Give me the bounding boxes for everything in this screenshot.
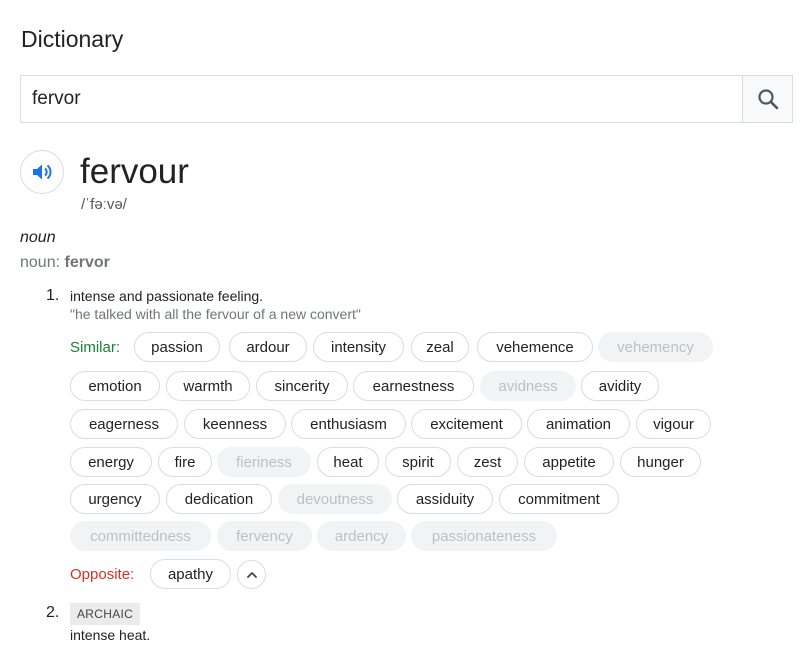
synonym-chip[interactable]: excitement [411,409,522,439]
chevron-up-icon [246,571,257,578]
phonetic-spelling: /ˈfəːvə/ [81,196,127,213]
synonym-chip[interactable]: ardour [229,332,307,362]
synonym-chip[interactable]: zeal [411,332,469,362]
search-input[interactable] [21,76,742,122]
sense-example-1: "he talked with all the fervour of a new… [70,306,361,322]
synonym-chip[interactable]: eagerness [70,409,178,439]
page-title: Dictionary [21,26,124,52]
synonym-chip[interactable]: keenness [184,409,286,439]
synonym-chip[interactable]: fire [158,447,212,477]
synonym-chip: fieriness [217,447,311,477]
synonym-chip: fervency [217,521,312,551]
synonym-chip: vehemency [598,332,713,362]
synonym-chip: avidness [480,371,576,401]
opposite-label: Opposite: [70,566,135,583]
sense-number-1: 1. [46,287,60,304]
synonym-chip[interactable]: energy [70,447,152,477]
synonym-chip[interactable]: warmth [166,371,250,401]
synonym-chip[interactable]: spirit [385,447,451,477]
synonym-chip[interactable]: heat [317,447,379,477]
search-icon [757,89,778,110]
synonym-chip[interactable]: avidity [581,371,659,401]
variant-line: noun: fervor [20,254,110,272]
synonym-chip[interactable]: hunger [620,447,701,477]
sense-definition-1: intense and passionate feeling. [70,288,264,304]
search-button[interactable] [742,76,792,122]
speaker-icon [33,164,52,180]
synonym-chip: passionateness [411,521,557,551]
collapse-button[interactable] [237,560,266,589]
synonym-chip[interactable]: animation [527,409,630,439]
synonym-chip[interactable]: dedication [166,484,272,514]
sense-number-2: 2. [46,604,60,621]
similar-label: Similar: [70,339,121,356]
synonym-chip[interactable]: commitment [499,484,619,514]
synonym-chip: devoutness [278,484,392,514]
synonym-chip[interactable]: earnestness [353,371,474,401]
register-badge: ARCHAIC [70,603,141,625]
antonym-chip[interactable]: apathy [150,559,231,589]
synonym-chip[interactable]: urgency [70,484,160,514]
synonym-chip[interactable]: vigour [636,409,711,439]
synonym-chip[interactable]: vehemence [477,332,593,362]
synonym-chip[interactable]: assiduity [397,484,493,514]
sense-definition-2: intense heat. [70,627,151,643]
synonym-chip[interactable]: emotion [70,371,160,401]
search-box [20,75,793,123]
synonym-chip[interactable]: enthusiasm [291,409,406,439]
synonym-chip[interactable]: passion [134,332,220,362]
variant-word: fervor [64,254,110,271]
synonym-chip[interactable]: appetite [524,447,614,477]
synonym-chip[interactable]: intensity [313,332,404,362]
synonym-chip: ardency [317,521,406,551]
headword: fervour [80,152,189,191]
dictionary-panel: Dictionary fervour /ˈfəːvə/ noun noun: f… [0,0,808,661]
pronunciation-button[interactable] [20,150,64,194]
synonym-chip: committedness [70,521,211,551]
synonym-chip[interactable]: sincerity [256,371,348,401]
variant-prefix: noun: [20,254,61,271]
synonym-chip[interactable]: zest [457,447,518,477]
part-of-speech: noun [20,229,56,246]
